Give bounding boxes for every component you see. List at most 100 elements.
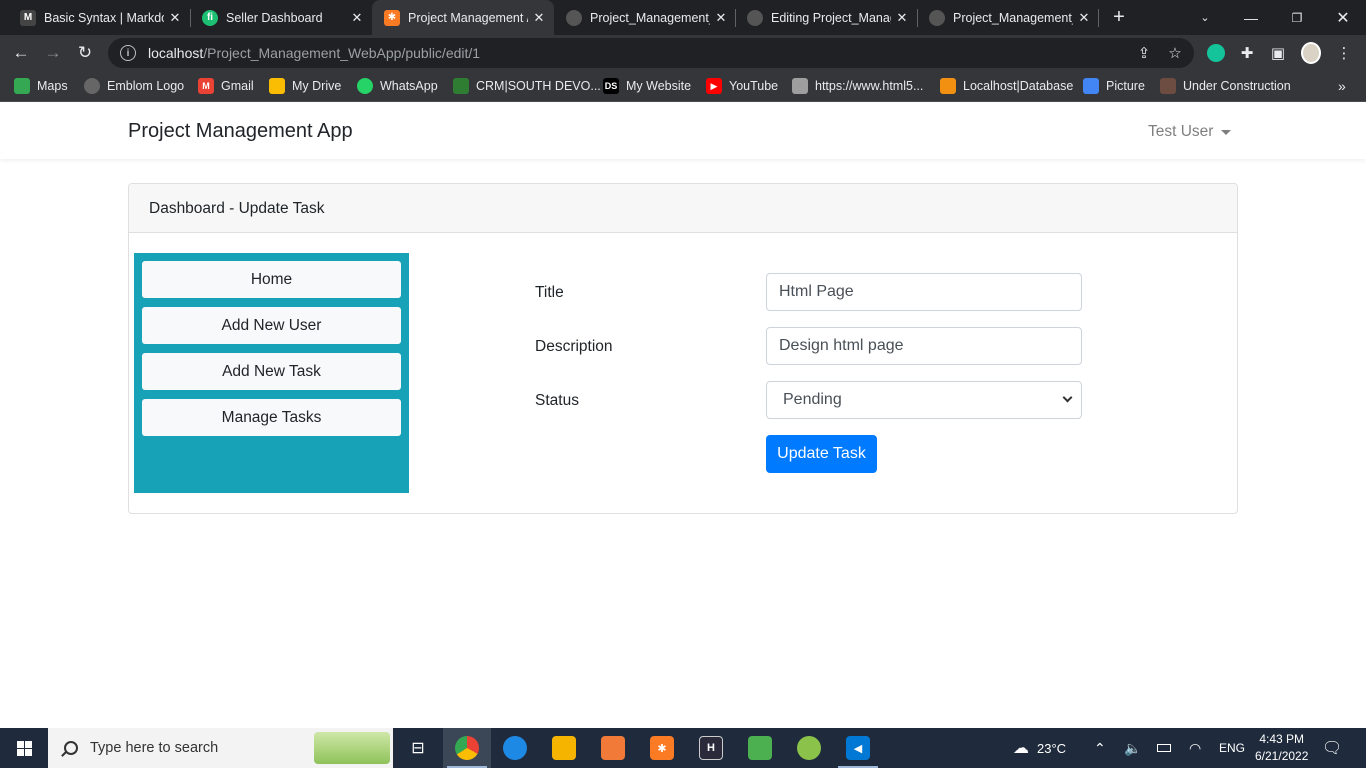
browser-menu-icon[interactable]: ⋮ xyxy=(1334,43,1354,63)
reload-icon[interactable]: ↻ xyxy=(72,40,98,66)
crm-icon xyxy=(453,78,469,94)
window-close-icon[interactable]: ✕ xyxy=(1320,0,1366,35)
bookmark-whatsapp[interactable]: WhatsApp xyxy=(357,76,438,96)
weather-widget[interactable]: ☁ 23°C xyxy=(1013,728,1066,768)
phpmyadmin-icon xyxy=(940,78,956,94)
show-hidden-icons-chevron-icon[interactable]: ⌃ xyxy=(1094,728,1106,768)
bookmark-under-construction[interactable]: Under Construction xyxy=(1160,76,1291,96)
back-arrow-icon[interactable]: ← xyxy=(8,40,34,66)
fiverr-icon: fi xyxy=(202,9,218,26)
notification-icon[interactable]: 🗨 xyxy=(1322,728,1342,768)
sidebar-item-add-new-user[interactable]: Add New User xyxy=(142,307,401,344)
xampp-icon: ✱ xyxy=(384,9,400,26)
bookmark-maps[interactable]: Maps xyxy=(14,76,68,96)
volume-icon[interactable]: 🔈 xyxy=(1124,728,1141,768)
bookmark-label: CRM|SOUTH DEVO... xyxy=(476,79,601,93)
grammarly-extension-icon[interactable] xyxy=(1206,43,1226,63)
github-icon xyxy=(747,9,763,26)
close-icon[interactable]: ✕ xyxy=(528,10,550,26)
drive-icon xyxy=(269,78,285,94)
sidebar-menu: Home Add New User Add New Task Manage Ta… xyxy=(134,253,409,493)
bookmark-emblom-logo[interactable]: Emblom Logo xyxy=(84,76,184,96)
tab-seller-dashboard[interactable]: fi Seller Dashboard ✕ xyxy=(182,0,372,35)
close-icon[interactable]: ✕ xyxy=(710,10,732,26)
bookmark-star-icon[interactable]: ☆ xyxy=(1165,43,1185,63)
caret-down-icon xyxy=(1221,129,1232,135)
gmail-icon: M xyxy=(198,78,214,94)
sidebar-item-add-new-task[interactable]: Add New Task xyxy=(142,353,401,390)
status-selected-value: Pending xyxy=(783,391,842,408)
search-placeholder: Type here to search xyxy=(90,740,219,756)
sidebar-item-manage-tasks[interactable]: Manage Tasks xyxy=(142,399,401,436)
close-icon[interactable]: ✕ xyxy=(346,10,368,26)
taskbar-search[interactable]: Type here to search xyxy=(48,728,393,768)
restore-icon[interactable]: ❐ xyxy=(1274,0,1320,35)
clock[interactable]: 4:43 PM 6/21/2022 xyxy=(1255,728,1308,768)
maps-icon xyxy=(14,78,30,94)
language-indicator[interactable]: ENG xyxy=(1219,728,1245,768)
battery-icon[interactable] xyxy=(1157,728,1171,768)
extensions-puzzle-icon[interactable]: ✚ xyxy=(1237,43,1257,63)
bookmark-my-drive[interactable]: My Drive xyxy=(269,76,341,96)
taskbar-app-chart[interactable] xyxy=(736,728,784,768)
start-button[interactable] xyxy=(0,728,48,768)
update-task-button[interactable]: Update Task xyxy=(766,435,877,473)
taskbar-edge[interactable] xyxy=(491,728,539,768)
navbar-brand[interactable]: Project Management App xyxy=(128,120,353,143)
bookmark-label: Under Construction xyxy=(1183,79,1291,93)
taskbar-app-h[interactable]: H xyxy=(687,728,735,768)
profile-avatar[interactable] xyxy=(1301,42,1321,64)
side-panel-icon[interactable]: ▣ xyxy=(1268,43,1288,63)
picture-icon xyxy=(1083,78,1099,94)
tab-github-2[interactable]: Editing Project_Manag ✕ xyxy=(735,0,917,35)
description-input[interactable] xyxy=(766,327,1082,365)
bookmark-label: WhatsApp xyxy=(380,79,438,93)
tab-title: Basic Syntax | Markdo xyxy=(44,10,164,25)
chrome-icon xyxy=(455,736,479,760)
taskbar-app-orange[interactable] xyxy=(589,728,637,768)
card-title: Dashboard - Update Task xyxy=(149,200,325,217)
address-bar[interactable]: i localhost/Project_Management_WebApp/pu… xyxy=(108,38,1194,68)
taskbar-app-green[interactable] xyxy=(785,728,833,768)
title-input[interactable] xyxy=(766,273,1082,311)
new-tab-plus-icon[interactable]: + xyxy=(1096,0,1142,35)
bookmark-youtube[interactable]: ▶ YouTube xyxy=(706,76,778,96)
site-info-icon[interactable]: i xyxy=(120,45,136,61)
share-icon[interactable]: ⇪ xyxy=(1134,43,1154,63)
taskbar-xampp[interactable]: ✱ xyxy=(638,728,686,768)
tab-project-management[interactable]: ✱ Project Management / ✕ xyxy=(372,0,554,35)
taskbar-chrome[interactable] xyxy=(443,728,491,768)
dashboard-card: Dashboard - Update Task Home Add New Use… xyxy=(128,183,1238,514)
user-dropdown[interactable]: Test User xyxy=(1148,123,1232,141)
bookmark-crm[interactable]: CRM|SOUTH DEVO... xyxy=(453,76,601,96)
windows-taskbar: Type here to search ⊟ ✱ H ◀ ☁ 23°C ⌃ 🔈 ◠… xyxy=(0,728,1366,768)
close-icon[interactable]: ✕ xyxy=(1073,10,1095,26)
close-icon[interactable]: ✕ xyxy=(891,10,913,26)
task-view-icon[interactable]: ⊟ xyxy=(394,728,442,768)
status-select[interactable]: Pending xyxy=(766,381,1082,419)
more-bookmarks-icon[interactable]: » xyxy=(1338,76,1346,96)
bookmark-label: Picture xyxy=(1106,79,1145,93)
taskbar-file-explorer[interactable] xyxy=(540,728,588,768)
wifi-icon[interactable]: ◠ xyxy=(1189,728,1201,768)
tab-search-chevron-icon[interactable]: ⌄ xyxy=(1182,0,1228,35)
sidebar-item-home[interactable]: Home xyxy=(142,261,401,298)
tab-title: Project Management / xyxy=(408,10,528,25)
forward-arrow-icon[interactable]: → xyxy=(40,40,66,66)
construction-icon xyxy=(1160,78,1176,94)
web-page: Project Management App Test User Dashboa… xyxy=(0,103,1366,728)
bookmark-my-website[interactable]: DS My Website xyxy=(603,76,691,96)
bookmark-label: My Drive xyxy=(292,79,342,93)
cloud-rain-icon: ☁ xyxy=(1013,740,1029,757)
bookmark-gmail[interactable]: M Gmail xyxy=(198,76,254,96)
tab-title: Editing Project_Manag xyxy=(771,10,891,25)
tab-basic-syntax[interactable]: M Basic Syntax | Markdo ✕ xyxy=(0,0,190,35)
bookmark-html5[interactable]: https://www.html5... xyxy=(792,76,923,96)
taskbar-vscode[interactable]: ◀ xyxy=(834,728,882,768)
tab-github-1[interactable]: Project_Management_ ✕ xyxy=(554,0,736,35)
description-label: Description xyxy=(535,338,613,355)
bookmark-picture[interactable]: Picture xyxy=(1083,76,1145,96)
minimize-icon[interactable]: — xyxy=(1228,0,1274,35)
tab-github-3[interactable]: Project_Management_ ✕ xyxy=(917,0,1099,35)
bookmark-localhost-database[interactable]: Localhost|Database xyxy=(940,76,1073,96)
